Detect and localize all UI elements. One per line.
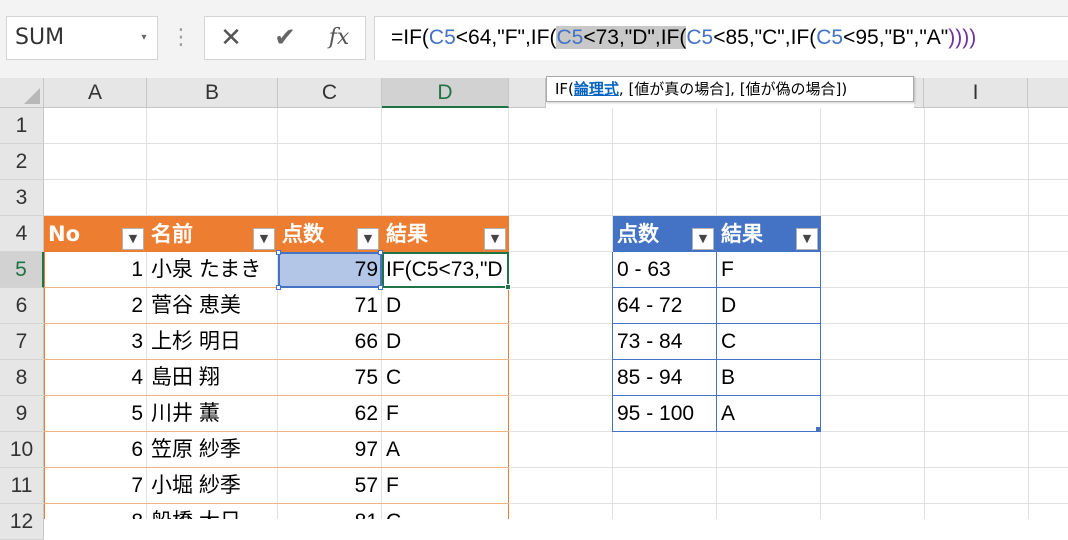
formula-text: =IF(	[391, 26, 429, 49]
row-header-3[interactable]: 3	[0, 180, 44, 216]
range-handle[interactable]	[378, 250, 383, 255]
table2-cell-grade[interactable]: C	[717, 324, 820, 360]
filter-dropdown-icon[interactable]: ▼	[796, 228, 818, 250]
cancel-icon[interactable]: ✕	[208, 18, 254, 58]
formula-text: <85,"C",IF(	[713, 26, 817, 49]
table1-cell-result[interactable]: F	[382, 468, 509, 504]
column-header-j[interactable]	[1028, 78, 1068, 108]
table1-cell-result[interactable]: D	[382, 324, 509, 360]
insert-function-icon[interactable]: fx	[316, 18, 362, 58]
row-header-10[interactable]: 10	[0, 432, 44, 468]
table1-cell-no[interactable]: 2	[44, 288, 147, 324]
table1-cell-name[interactable]: 笠原 紗季	[147, 432, 278, 468]
table1-cell-result[interactable]: D	[382, 288, 509, 324]
table1-cell-name[interactable]: 川井 薫	[147, 396, 278, 432]
select-all-corner[interactable]	[0, 78, 44, 108]
row-header-11[interactable]: 11	[0, 468, 44, 504]
column-header-i[interactable]: I	[924, 78, 1028, 108]
row-header-6[interactable]: 6	[0, 288, 44, 324]
table1-cell-score[interactable]: 81	[278, 504, 382, 519]
table1-cell-score[interactable]: 66	[278, 324, 382, 360]
filter-dropdown-icon[interactable]: ▼	[692, 228, 714, 250]
table2-cell-range[interactable]: 0 - 63	[613, 252, 716, 288]
table1-cell-result[interactable]: F	[382, 396, 509, 432]
table1-cell-name[interactable]: 上杉 明日	[147, 324, 278, 360]
formula-text: <64,"F",IF(	[455, 26, 557, 49]
table1-cell-name[interactable]: 小堀 紗季	[147, 468, 278, 504]
formula-ref: C5	[686, 26, 714, 49]
table2-cell-grade[interactable]: D	[717, 288, 820, 324]
table1-cell-name[interactable]: 船橋 大日	[147, 504, 278, 519]
table1-cell-score[interactable]: 97	[278, 432, 382, 468]
gridline	[1028, 108, 1029, 519]
table1-cell-no[interactable]: 7	[44, 468, 147, 504]
column-header-a[interactable]: A	[44, 78, 147, 108]
drag-handle-icon[interactable]: ⋮	[170, 22, 192, 54]
table1-cell-no[interactable]: 3	[44, 324, 147, 360]
filter-dropdown-icon[interactable]: ▼	[253, 228, 275, 250]
table2-cell-grade[interactable]: A	[717, 396, 820, 432]
table1-cell-result[interactable]: A	[382, 432, 509, 468]
table1-cell-score[interactable]: 75	[278, 360, 382, 396]
table1-cell-no[interactable]: 4	[44, 360, 147, 396]
table1-cell-result[interactable]: C	[382, 360, 509, 396]
active-cell-d5[interactable]: IF(C5<73,"D	[382, 252, 509, 288]
table1-cell-score[interactable]: 71	[278, 288, 382, 324]
row-header-5[interactable]: 5	[0, 252, 44, 288]
gridline	[44, 179, 1068, 180]
filter-dropdown-icon[interactable]: ▼	[357, 228, 379, 250]
row-header-2[interactable]: 2	[0, 144, 44, 180]
filter-dropdown-icon[interactable]: ▼	[122, 228, 144, 250]
row-header-7[interactable]: 7	[0, 324, 44, 360]
name-box-dropdown-icon[interactable]: ▾	[136, 24, 152, 52]
gridline	[924, 108, 925, 519]
row-header-12[interactable]: 12	[0, 504, 44, 540]
table1-cell-no[interactable]: 5	[44, 396, 147, 432]
column-header-e[interactable]	[509, 78, 546, 108]
row-header-4[interactable]: 4	[0, 216, 44, 252]
table2-cell-range[interactable]: 73 - 84	[613, 324, 716, 360]
range-handle[interactable]	[276, 250, 281, 255]
row-header-8[interactable]: 8	[0, 360, 44, 396]
row-header-1[interactable]: 1	[0, 108, 44, 144]
formula-text: <95,"B","A"	[843, 26, 949, 49]
table2-cell-grade[interactable]: B	[717, 360, 820, 396]
function-tooltip: IF(論理式, [値が真の場合], [値が偽の場合])	[546, 76, 914, 102]
table2-cell-grade[interactable]: F	[717, 252, 820, 288]
filter-dropdown-icon[interactable]: ▼	[484, 228, 506, 250]
range-handle[interactable]	[276, 285, 281, 290]
row-header-9[interactable]: 9	[0, 396, 44, 432]
table1-cell-no[interactable]: 1	[44, 252, 147, 288]
formula-ref: C5	[816, 26, 844, 49]
enter-icon[interactable]: ✔	[262, 18, 308, 58]
fill-handle[interactable]	[505, 284, 511, 290]
column-header-h[interactable]	[914, 78, 924, 108]
column-header-c[interactable]: C	[278, 78, 382, 108]
table1-cell-name[interactable]: 菅谷 恵美	[147, 288, 278, 324]
formula-input[interactable]: =IF(C5<64,"F",IF(C5<73,"D",IF(C5<85,"C",…	[374, 16, 1068, 60]
table1-cell-score[interactable]: 79	[278, 252, 382, 288]
table1-cell-result[interactable]: C	[382, 504, 509, 519]
column-header-b[interactable]: B	[147, 78, 278, 108]
table1-cell-name[interactable]: 島田 翔	[147, 360, 278, 396]
formula-ref-highlighted: C5	[556, 26, 584, 49]
table2-cell-range[interactable]: 64 - 72	[613, 288, 716, 324]
table1-cell-no[interactable]: 8	[44, 504, 147, 519]
gridline	[44, 143, 1068, 144]
formula-parens: ))))	[948, 26, 977, 49]
tooltip-arg-link[interactable]: 論理式	[574, 80, 619, 98]
range-handle[interactable]	[378, 285, 383, 290]
table1-cell-score[interactable]: 57	[278, 468, 382, 504]
formula-ref: C5	[428, 26, 456, 49]
table1-cell-score[interactable]: 62	[278, 396, 382, 432]
table1-cell-no[interactable]: 6	[44, 432, 147, 468]
formula-text: <73,"D",IF(	[583, 26, 687, 49]
column-header-d[interactable]: D	[382, 78, 509, 108]
table2-cell-range[interactable]: 85 - 94	[613, 360, 716, 396]
table1-cell-name[interactable]: 小泉 たまき	[147, 252, 278, 288]
table2-cell-range[interactable]: 95 - 100	[613, 396, 716, 432]
